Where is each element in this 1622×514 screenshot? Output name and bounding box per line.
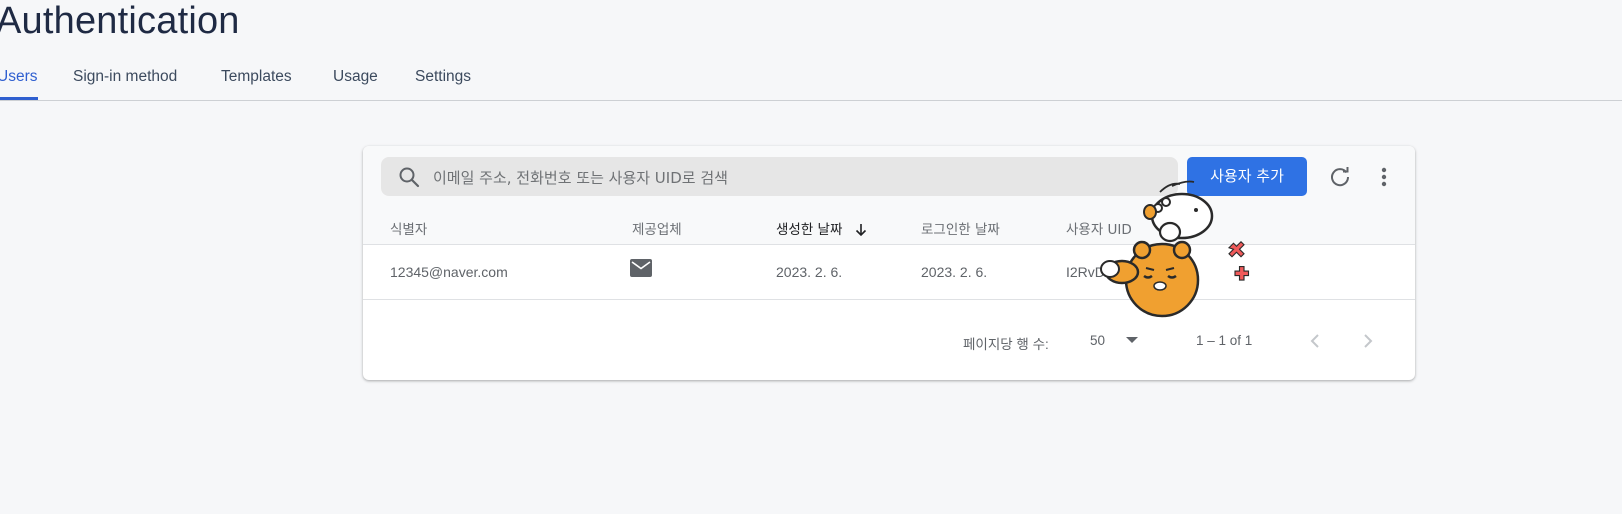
cell-identifier: 12345@naver.com — [390, 264, 508, 280]
rows-per-page-label: 페이지당 행 수: — [963, 337, 1049, 352]
more-vert-icon — [1381, 167, 1387, 187]
search-input[interactable] — [431, 157, 1165, 198]
column-header-created-label: 생성한 날짜 — [776, 222, 843, 238]
next-page-button[interactable] — [1354, 327, 1382, 355]
tab-sign-in-method[interactable]: Sign-in method — [73, 68, 177, 86]
column-header-identifier[interactable]: 식별자 — [390, 218, 427, 238]
arrow-down-icon — [855, 224, 866, 237]
previous-page-button[interactable] — [1301, 327, 1329, 355]
mail-icon — [630, 259, 652, 277]
cartoon-sticker-image — [1100, 180, 1250, 318]
column-header-provider[interactable]: 제공업체 — [632, 218, 682, 238]
tab-templates[interactable]: Templates — [221, 68, 292, 86]
active-tab-indicator — [0, 97, 38, 100]
cell-signed-in: 2023. 2. 6. — [921, 264, 988, 280]
search-bar[interactable] — [381, 157, 1178, 198]
refresh-button[interactable] — [1324, 161, 1356, 193]
dropdown-arrow-icon — [1126, 337, 1138, 343]
column-header-signed-in[interactable]: 로그인한 날짜 — [921, 218, 1000, 238]
rows-per-page-value: 50 — [1090, 333, 1106, 348]
tab-users[interactable]: Users — [0, 68, 37, 86]
chevron-right-icon — [1364, 334, 1373, 348]
tab-bar: Users Sign-in method Templates Usage Set… — [0, 60, 1622, 101]
chevron-left-icon — [1310, 334, 1319, 348]
rows-per-page-select[interactable]: 50 — [1080, 327, 1150, 355]
tab-usage[interactable]: Usage — [333, 68, 378, 86]
search-icon — [399, 167, 420, 188]
column-header-created[interactable]: 생성한 날짜 — [776, 218, 867, 238]
refresh-icon — [1331, 167, 1350, 187]
tab-settings[interactable]: Settings — [415, 68, 471, 86]
more-options-button[interactable] — [1368, 161, 1400, 193]
page-title: Authentication — [0, 0, 240, 42]
pagination-range: 1 – 1 of 1 — [1196, 333, 1253, 348]
cell-created: 2023. 2. 6. — [776, 264, 843, 280]
